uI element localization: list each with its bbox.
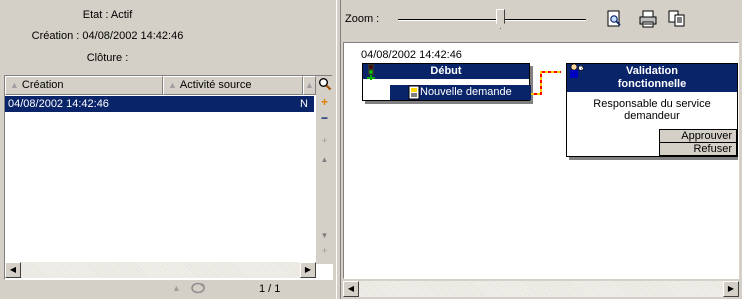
table-row[interactable]: 04/08/2002 14:42:46 N — [5, 96, 314, 112]
canvas-scroll-right-button[interactable]: ▶ — [723, 281, 739, 297]
scroll-up-button[interactable]: ▲ — [316, 152, 333, 168]
start-node[interactable]: Début Nouvelle demande — [362, 63, 531, 103]
sort-icon: ▲ — [10, 80, 19, 90]
triangle-left-icon: ◀ — [347, 284, 355, 293]
sort-icon: ▲ — [172, 283, 181, 293]
plus-small-icon: + — [321, 136, 328, 147]
list-horizontal-scrollbar[interactable]: ◀ ▶ — [5, 262, 316, 278]
cell-creation: 04/08/2002 14:42:46 — [8, 98, 109, 110]
scroll-left-button[interactable]: ◀ — [5, 262, 21, 278]
canvas-horizontal-scrollbar[interactable]: ◀ ▶ — [343, 281, 739, 297]
column-header-truncated[interactable]: ▲ — [303, 76, 316, 95]
cell-truncated: N — [300, 98, 308, 110]
list-footer: ▲ 1 / 1 — [4, 281, 333, 297]
triangle-right-icon: ▶ — [304, 265, 312, 274]
start-node-title: Début — [363, 64, 529, 79]
zoom-toolbar: Zoom : — [343, 4, 739, 38]
closure-label: Clôture : — [86, 52, 129, 64]
reject-action[interactable]: Refuser — [659, 142, 737, 156]
triangle-right-icon: ▶ — [727, 284, 735, 293]
creation-label: Création : 04/08/2002 14:42:46 — [31, 30, 184, 42]
print-button[interactable] — [639, 10, 659, 30]
copy-icon — [668, 10, 685, 27]
validation-node[interactable]: Validation fonctionnelle ? Responsable d… — [566, 63, 738, 157]
minus-icon: − — [320, 111, 328, 125]
workflow-canvas[interactable]: 04/08/2002 14:42:46 Début Nouvelle deman… — [343, 42, 739, 279]
transition-link[interactable] — [531, 68, 566, 98]
traffic-light-icon — [364, 63, 378, 84]
add-button[interactable]: + — [316, 95, 333, 111]
triangle-left-icon: ◀ — [9, 265, 17, 274]
validation-assignee: Responsable du service demandeur — [593, 98, 711, 122]
user-icon: ? — [568, 63, 586, 82]
zoom-slider-track[interactable] — [398, 19, 586, 21]
expand-button-2[interactable]: + — [316, 244, 333, 260]
canvas-timestamp: 04/08/2002 14:42:46 — [361, 49, 462, 61]
magnifier-icon — [318, 78, 331, 91]
column-header-creation[interactable]: ▲ Création — [5, 76, 163, 95]
pagination-label: 1 / 1 — [259, 283, 281, 295]
column-header-source-activity[interactable]: ▲ Activité source — [163, 76, 303, 95]
validation-node-title: Validation fonctionnelle — [567, 64, 737, 92]
list-side-toolbar: + − + ▲ ▼ + — [316, 76, 333, 264]
scroll-down-button[interactable]: ▼ — [316, 228, 333, 244]
panel-splitter[interactable] — [336, 0, 341, 299]
page-magnifier-icon — [607, 10, 621, 27]
printer-icon — [639, 10, 657, 28]
event-list: ▲ Création ▲ Activité source ▲ 04/08/2002 … — [4, 75, 333, 280]
remove-button[interactable]: − — [316, 111, 333, 127]
document-icon — [407, 85, 421, 103]
plus-icon: + — [320, 95, 328, 109]
canvas-scroll-left-button[interactable]: ◀ — [343, 281, 359, 297]
zoom-slider-thumb[interactable] — [496, 9, 505, 29]
reject-action-label: Refuser — [693, 143, 732, 155]
scroll-right-button[interactable]: ▶ — [300, 262, 316, 278]
refresh-button[interactable] — [190, 281, 206, 298]
start-event-label: Nouvelle demande — [420, 86, 512, 98]
expand-button[interactable]: + — [316, 134, 333, 150]
zoom-label: Zoom : — [345, 13, 380, 25]
approve-action[interactable]: Approuver — [659, 129, 737, 143]
svg-text:?: ? — [580, 66, 583, 72]
search-button[interactable] — [316, 77, 333, 93]
copy-button[interactable] — [668, 10, 688, 30]
state-label: Etat : Actif — [82, 9, 133, 21]
triangle-up-icon: ▲ — [320, 155, 329, 164]
triangle-down-icon: ▼ — [320, 231, 329, 240]
sort-icon: ▲ — [305, 80, 314, 90]
sort-icon: ▲ — [168, 80, 177, 90]
approve-action-label: Approuver — [681, 130, 732, 142]
refresh-icon — [191, 282, 205, 294]
plus-small-icon: + — [321, 246, 328, 257]
zoom-preview-button[interactable] — [606, 10, 626, 30]
